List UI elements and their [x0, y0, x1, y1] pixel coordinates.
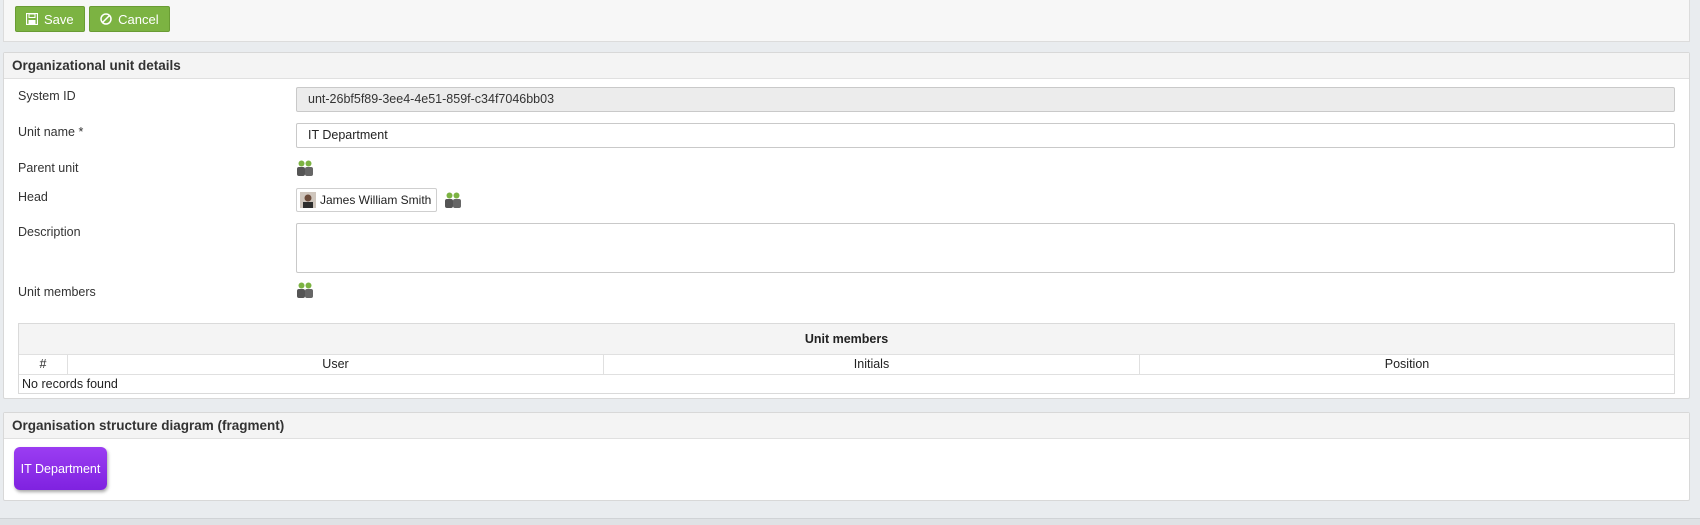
unit-members-table: Unit members # User Initials Position No… — [18, 323, 1675, 394]
column-header-index[interactable]: # — [19, 355, 68, 374]
column-header-user[interactable]: User — [68, 355, 604, 374]
panel-title: Organizational unit details — [4, 53, 1689, 79]
structure-diagram-panel: Organisation structure diagram (fragment… — [3, 412, 1690, 501]
table-header-row: # User Initials Position — [19, 355, 1674, 375]
column-header-initials[interactable]: Initials — [604, 355, 1140, 374]
head-label: Head — [18, 190, 48, 204]
head-user-chip[interactable]: James William Smith — [296, 188, 438, 212]
unit-name-input[interactable]: IT Department — [296, 123, 1675, 148]
table-title: Unit members — [19, 324, 1674, 355]
cancel-button[interactable]: Cancel — [89, 6, 170, 32]
avatar — [300, 192, 316, 208]
save-button-label: Save — [44, 11, 74, 27]
description-textarea[interactable] — [296, 223, 1675, 273]
users-picker-icon[interactable] — [296, 159, 314, 177]
parent-unit-label: Parent unit — [18, 161, 79, 175]
users-picker-icon[interactable] — [296, 281, 314, 299]
head-user-name: James William Smith — [320, 193, 432, 207]
unit-name-label: Unit name * — [18, 125, 84, 139]
description-label: Description — [18, 225, 81, 239]
system-id-label: System ID — [18, 89, 76, 103]
ban-icon — [100, 13, 112, 25]
bottom-bar — [0, 518, 1700, 525]
system-id-field: unt-26bf5f89-3ee4-4e51-859f-c34f7046bb03 — [296, 87, 1675, 112]
table-empty-message: No records found — [22, 377, 118, 391]
toolbar: Save Cancel — [3, 0, 1690, 42]
panel-title: Organisation structure diagram (fragment… — [4, 413, 1689, 439]
floppy-disk-icon — [26, 13, 38, 25]
unit-members-label: Unit members — [18, 285, 96, 299]
save-button[interactable]: Save — [15, 6, 85, 32]
users-picker-icon[interactable] — [444, 191, 462, 209]
diagram-node[interactable]: IT Department — [14, 447, 107, 490]
page: Save Cancel Organizational unit details … — [0, 0, 1700, 525]
cancel-button-label: Cancel — [118, 11, 159, 27]
unit-details-panel: Organizational unit details System ID un… — [3, 52, 1690, 399]
column-header-position[interactable]: Position — [1140, 355, 1674, 374]
